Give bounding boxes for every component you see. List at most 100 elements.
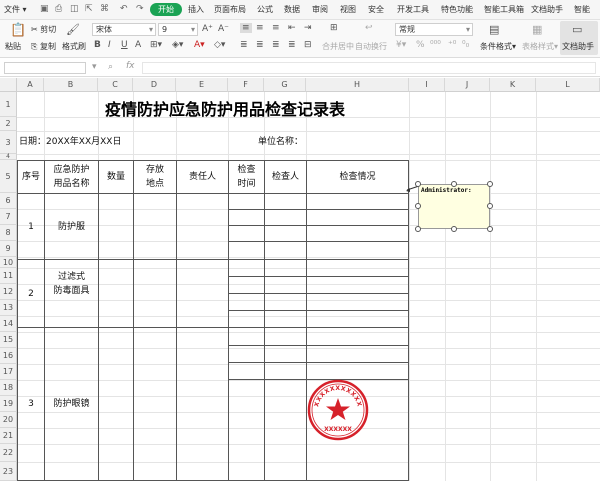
red-seal-stamp[interactable]: XXXXXXXXXXX XXXXXX [306, 378, 370, 442]
row-header-10[interactable]: 10 [0, 257, 17, 268]
indent-left-icon[interactable]: ⇤ [288, 23, 296, 33]
comment-resize-handle[interactable] [451, 226, 457, 232]
tab-review[interactable]: 审阅 [312, 4, 328, 15]
number-format-select[interactable]: 常规 ▾ [395, 23, 473, 36]
italic-icon[interactable]: I [108, 40, 111, 50]
tab-features[interactable]: 特色功能 [441, 4, 473, 15]
row-header-7[interactable]: 7 [0, 209, 17, 225]
comment-resize-handle[interactable] [451, 181, 457, 187]
tab-formula[interactable]: 公式 [257, 4, 273, 15]
sheet-title[interactable]: 疫情防护应急防护用品检查记录表 [60, 96, 390, 120]
row-header-17[interactable]: 17 [0, 364, 17, 380]
row-header-21[interactable]: 21 [0, 428, 17, 444]
comment-box[interactable]: Administrator: [418, 184, 490, 229]
comment-resize-handle[interactable] [487, 226, 493, 232]
tab-page-layout[interactable]: 页面布局 [214, 4, 246, 15]
merge-center-button[interactable]: 合并居中 [322, 41, 354, 52]
row-header-20[interactable]: 20 [0, 412, 17, 428]
percent-icon[interactable]: % [416, 40, 425, 50]
format-painter-icon[interactable]: 🖌 [66, 23, 80, 36]
item-seq-1[interactable]: 1 [18, 194, 44, 259]
header-seq[interactable]: 序号 [18, 161, 44, 193]
table-style-icon[interactable]: ▦ [532, 23, 542, 36]
currency-icon[interactable]: ¥▾ [396, 40, 406, 50]
column-header-g[interactable]: G [264, 78, 306, 92]
date-label[interactable]: 日期：20XX年XX月XX日 [19, 134, 139, 150]
tab-view[interactable]: 视图 [340, 4, 356, 15]
comment-resize-handle[interactable] [415, 203, 421, 209]
doc-assistant-button[interactable]: ▭ 文档助手 [560, 21, 598, 55]
increase-font-icon[interactable]: A⁺ [202, 24, 213, 34]
header-owner[interactable]: 责任人 [177, 161, 228, 193]
underline-icon[interactable]: U [121, 40, 128, 50]
name-box-dropdown-icon[interactable]: ▾ [92, 62, 97, 72]
header-inspector[interactable]: 检查人 [265, 161, 306, 193]
row-header-13[interactable]: 13 [0, 300, 17, 316]
row-header-2[interactable]: 2 [0, 117, 17, 131]
preview-icon[interactable]: ◫ [70, 4, 79, 14]
align-top-icon[interactable]: ≡ [240, 23, 252, 33]
row-header-8[interactable]: 8 [0, 225, 17, 241]
decrease-decimal-icon[interactable]: ⁰₀ [462, 40, 469, 50]
undo-icon[interactable]: ↶ [120, 4, 128, 14]
copy-button[interactable]: ⎘ 复制 [31, 41, 56, 52]
file-menu[interactable]: 文件 ▾ [4, 4, 27, 15]
clear-icon[interactable]: ◇▾ [214, 40, 225, 50]
row-header-15[interactable]: 15 [0, 332, 17, 348]
comment-resize-handle[interactable] [415, 181, 421, 187]
comma-icon[interactable]: ⁰⁰⁰ [430, 40, 441, 50]
name-box[interactable] [4, 62, 86, 74]
tab-developer[interactable]: 开发工具 [397, 4, 429, 15]
export-icon[interactable]: ⇱ [85, 4, 93, 14]
increase-decimal-icon[interactable]: ⁺⁰ [448, 40, 456, 50]
cut-button[interactable]: ✂ 剪切 [31, 24, 56, 35]
item-name-2[interactable]: 过滤式 防毒面具 [45, 250, 98, 317]
tab-insert[interactable]: 插入 [188, 4, 204, 15]
tab-home[interactable]: 开始 [150, 3, 182, 16]
header-quantity[interactable]: 数量 [99, 161, 133, 193]
row-header-12[interactable]: 12 [0, 284, 17, 300]
fx-icon[interactable]: fx [126, 61, 135, 71]
print-icon[interactable]: ⎙ [55, 4, 62, 14]
column-header-h[interactable]: H [306, 78, 409, 92]
border-icon[interactable]: ⊞▾ [150, 40, 162, 50]
comment-resize-handle[interactable] [487, 203, 493, 209]
unit-name-label[interactable]: 单位名称： [258, 134, 328, 150]
align-middle-icon[interactable]: ≡ [256, 23, 264, 33]
row-header-11[interactable]: 11 [0, 268, 17, 284]
conditional-format-icon[interactable]: ▤ [489, 23, 499, 36]
row-header-14[interactable]: 14 [0, 316, 17, 332]
tab-security[interactable]: 安全 [368, 4, 384, 15]
header-item-name[interactable]: 应急防护 用品名称 [45, 161, 98, 193]
row-header-5[interactable]: 5 [0, 160, 17, 193]
tab-smart-toolbox[interactable]: 智能工具箱 [484, 4, 524, 15]
column-header-i[interactable]: I [409, 78, 445, 92]
item-seq-3[interactable]: 3 [18, 328, 44, 480]
tab-data[interactable]: 数据 [284, 4, 300, 15]
redo-icon[interactable]: ↷ [136, 4, 144, 14]
item-name-3[interactable]: 防护眼镜 [45, 328, 98, 480]
font-size-select[interactable]: 9 ▾ [158, 23, 198, 36]
table-style-button[interactable]: 表格样式▾ [522, 41, 558, 52]
column-header-a[interactable]: A [17, 78, 44, 92]
column-header-d[interactable]: D [133, 78, 176, 92]
align-bottom-icon[interactable]: ≡ [272, 23, 280, 33]
row-header-1[interactable]: 1 [0, 92, 17, 117]
align-center-icon[interactable]: ≣ [256, 40, 264, 50]
tab-doc-assistant[interactable]: 文档助手 [531, 4, 563, 15]
header-check-status[interactable]: 检查情况 [307, 161, 408, 193]
indent-right-icon[interactable]: ⇥ [304, 23, 312, 33]
column-header-j[interactable]: J [445, 78, 490, 92]
row-header-18[interactable]: 18 [0, 380, 17, 396]
fill-color-icon[interactable]: ◈▾ [172, 40, 183, 50]
wrap-icon[interactable]: ↩ [365, 23, 373, 33]
wrap-text-button[interactable]: 自动换行 [355, 41, 387, 52]
paste-button[interactable]: 粘贴 [5, 41, 21, 52]
column-header-l[interactable]: L [536, 78, 600, 92]
format-painter-button[interactable]: 格式刷 [62, 41, 86, 52]
conditional-format-button[interactable]: 条件格式▾ [480, 41, 516, 52]
save-icon[interactable]: ▣ [40, 4, 49, 14]
column-header-e[interactable]: E [176, 78, 228, 92]
select-all-corner[interactable] [0, 78, 17, 92]
font-select[interactable]: 宋体 ▾ [92, 23, 156, 36]
